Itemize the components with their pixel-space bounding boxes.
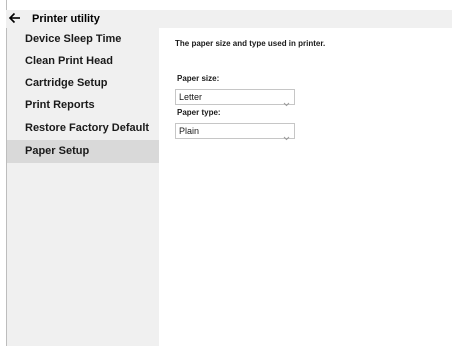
- paper-size-select[interactable]: Letter: [175, 89, 295, 107]
- sidebar-item-label: Restore Factory Default: [25, 122, 150, 134]
- sidebar-item-label: Cartridge Setup: [25, 77, 108, 89]
- sidebar-item-print-reports[interactable]: Print Reports: [7, 94, 159, 117]
- paper-size-label: Paper size:: [177, 74, 220, 83]
- printer-utility-window: Printer utility Device Sleep Time Clean …: [0, 0, 452, 346]
- panel-description: The paper size and type used in printer.: [175, 39, 326, 48]
- title-bar: Printer utility: [6, 10, 452, 28]
- sidebar-item-label: Clean Print Head: [25, 55, 114, 67]
- sidebar-item-cartridge-setup[interactable]: Cartridge Setup: [7, 72, 159, 95]
- sidebar-item-label: Paper Setup: [25, 145, 90, 157]
- paper-setup-panel: The paper size and type used in printer.…: [159, 28, 452, 346]
- sidebar-item-label: Print Reports: [25, 99, 95, 111]
- sidebar-item-restore-factory-default[interactable]: Restore Factory Default: [7, 117, 159, 140]
- back-arrow-icon[interactable]: [8, 10, 22, 26]
- sidebar-item-paper-setup[interactable]: Paper Setup: [7, 140, 159, 163]
- sidebar: Device Sleep Time Clean Print Head Cartr…: [7, 28, 159, 346]
- chevron-down-icon: [283, 94, 290, 107]
- sidebar-item-clean-print-head[interactable]: Clean Print Head: [7, 50, 159, 73]
- paper-size-value: Letter: [179, 92, 203, 102]
- sidebar-item-label: Device Sleep Time: [25, 33, 122, 45]
- chevron-down-icon: [283, 128, 290, 141]
- paper-type-value: Plain: [179, 126, 200, 136]
- sidebar-item-device-sleep-time[interactable]: Device Sleep Time: [7, 28, 159, 51]
- app-title: Printer utility: [32, 13, 100, 25]
- paper-type-select[interactable]: Plain: [175, 123, 295, 141]
- paper-type-label: Paper type:: [177, 108, 221, 117]
